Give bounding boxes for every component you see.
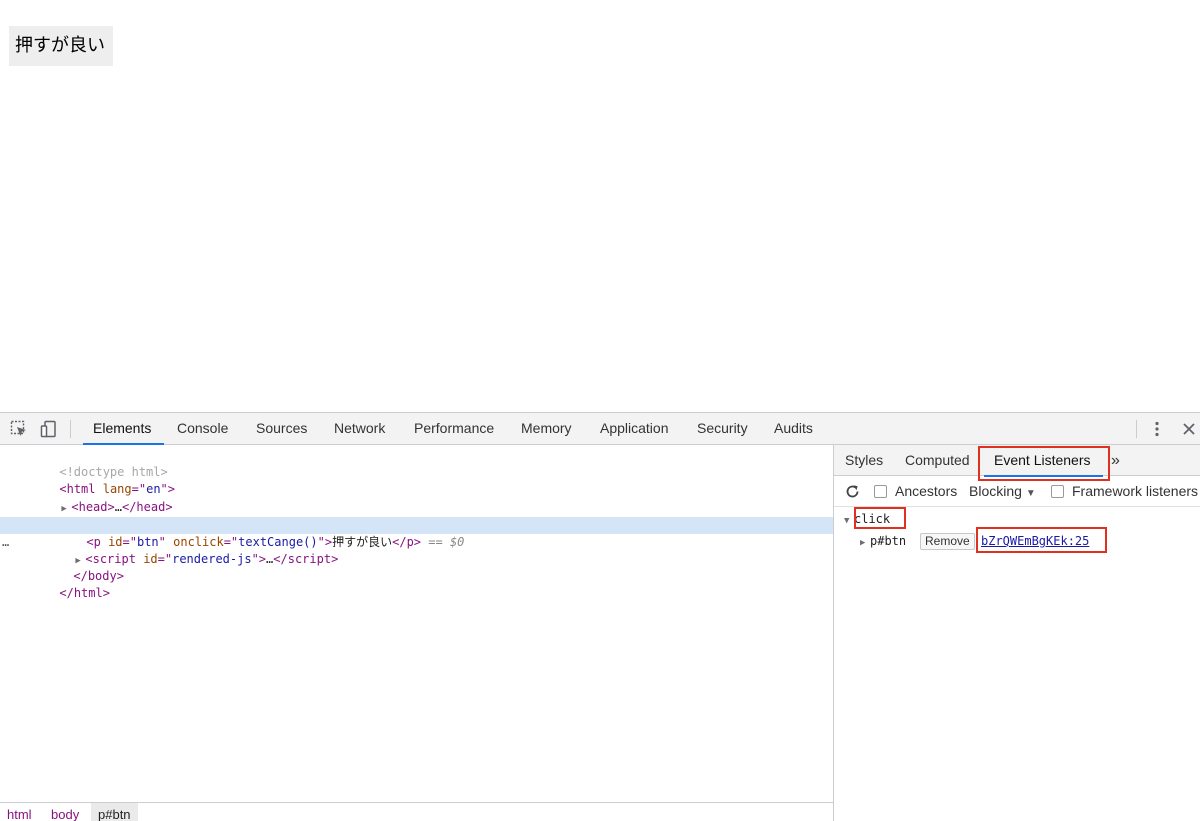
event-listeners-list: ▼ click ▶ p#btn Remove bZrQWEmBgKEk:25 bbox=[834, 507, 1200, 821]
tag-name: html bbox=[73, 586, 103, 600]
tab-network[interactable]: Network bbox=[334, 413, 385, 444]
tab-performance[interactable]: Performance bbox=[414, 413, 494, 444]
chevron-down-icon: ▼ bbox=[1025, 488, 1036, 499]
devtools-panel: Elements Console Sources Network Perform… bbox=[0, 412, 1200, 821]
tag-bracket: > bbox=[102, 586, 110, 600]
dom-line-p-selected[interactable]: … <p id="btn" onclick="textCange()">押すが良い… bbox=[0, 517, 833, 549]
tab-styles[interactable]: Styles bbox=[845, 445, 883, 476]
tab-console[interactable]: Console bbox=[177, 413, 228, 444]
listener-group-click[interactable]: ▼ click bbox=[844, 511, 890, 528]
event-type: click bbox=[854, 512, 891, 526]
tab-memory[interactable]: Memory bbox=[521, 413, 572, 444]
refresh-icon[interactable] bbox=[844, 483, 862, 501]
tab-computed[interactable]: Computed bbox=[905, 445, 970, 476]
blocking-dropdown[interactable]: Blocking ▼ bbox=[969, 476, 1036, 507]
listener-node: p#btn bbox=[870, 534, 907, 548]
dom-line-body-close[interactable]: </body> bbox=[0, 551, 833, 583]
tab-elements[interactable]: Elements bbox=[82, 413, 165, 445]
breadcrumb-p-btn[interactable]: p#btn bbox=[91, 803, 138, 821]
ancestors-checkbox[interactable] bbox=[874, 485, 887, 498]
breadcrumb-html[interactable]: html bbox=[0, 803, 39, 821]
page-viewport: 押すが良い bbox=[0, 0, 1200, 412]
overflow-tabs-icon[interactable]: » bbox=[1111, 445, 1120, 476]
framework-listeners-label: Framework listeners bbox=[1072, 483, 1199, 499]
tab-event-listeners[interactable]: Event Listeners bbox=[984, 445, 1102, 477]
more-options-icon[interactable] bbox=[1147, 419, 1167, 439]
blocking-label: Blocking bbox=[969, 483, 1022, 499]
dom-line-body[interactable]: ▼<body translate="no"> bbox=[0, 499, 833, 531]
toolbar-divider bbox=[70, 420, 71, 438]
tab-audits[interactable]: Audits bbox=[774, 413, 813, 444]
dom-line-script[interactable]: ▶ <script id="rendered-js">…</script> bbox=[0, 534, 833, 566]
dom-line-doctype[interactable]: <!doctype html> bbox=[0, 447, 833, 479]
tab-sources[interactable]: Sources bbox=[256, 413, 307, 444]
device-toolbar-icon[interactable] bbox=[39, 419, 59, 439]
side-panel: Styles Computed Event Listeners » Ancest… bbox=[834, 445, 1200, 821]
dom-line-head[interactable]: ▶ <head>…</head> bbox=[0, 482, 833, 514]
listener-source-link[interactable]: bZrQWEmBgKEk:25 bbox=[981, 532, 1089, 550]
breadcrumb-body[interactable]: body bbox=[44, 803, 86, 821]
close-icon[interactable] bbox=[1179, 419, 1199, 439]
collapse-triangle-icon[interactable]: ▼ bbox=[844, 513, 854, 530]
page-push-button[interactable]: 押すが良い bbox=[9, 26, 113, 66]
breadcrumb: html body p#btn bbox=[0, 802, 833, 821]
framework-listeners-checkbox[interactable] bbox=[1051, 485, 1064, 498]
dom-line-html[interactable]: <html lang="en"> bbox=[0, 464, 833, 496]
tab-application[interactable]: Application bbox=[600, 413, 669, 444]
elements-dom-tree[interactable]: <!doctype html> <html lang="en"> ▶ <head>… bbox=[0, 445, 833, 802]
devtools-toolbar: Elements Console Sources Network Perform… bbox=[0, 413, 1200, 445]
tab-security[interactable]: Security bbox=[697, 413, 748, 444]
remove-listener-button[interactable]: Remove bbox=[920, 533, 975, 550]
inspect-element-icon[interactable] bbox=[9, 419, 29, 439]
side-panel-tabs: Styles Computed Event Listeners » bbox=[834, 445, 1200, 477]
listener-row[interactable]: ▶ p#btn bbox=[860, 532, 906, 550]
dom-line-html-close[interactable]: </html> bbox=[0, 568, 833, 600]
tag-bracket: </ bbox=[59, 586, 74, 600]
ancestors-label: Ancestors bbox=[895, 483, 958, 499]
expand-triangle-icon[interactable]: ▶ bbox=[860, 534, 870, 552]
toolbar-divider bbox=[1136, 420, 1137, 438]
event-listeners-toolbar: Ancestors Blocking ▼ Framework listeners bbox=[834, 476, 1200, 507]
